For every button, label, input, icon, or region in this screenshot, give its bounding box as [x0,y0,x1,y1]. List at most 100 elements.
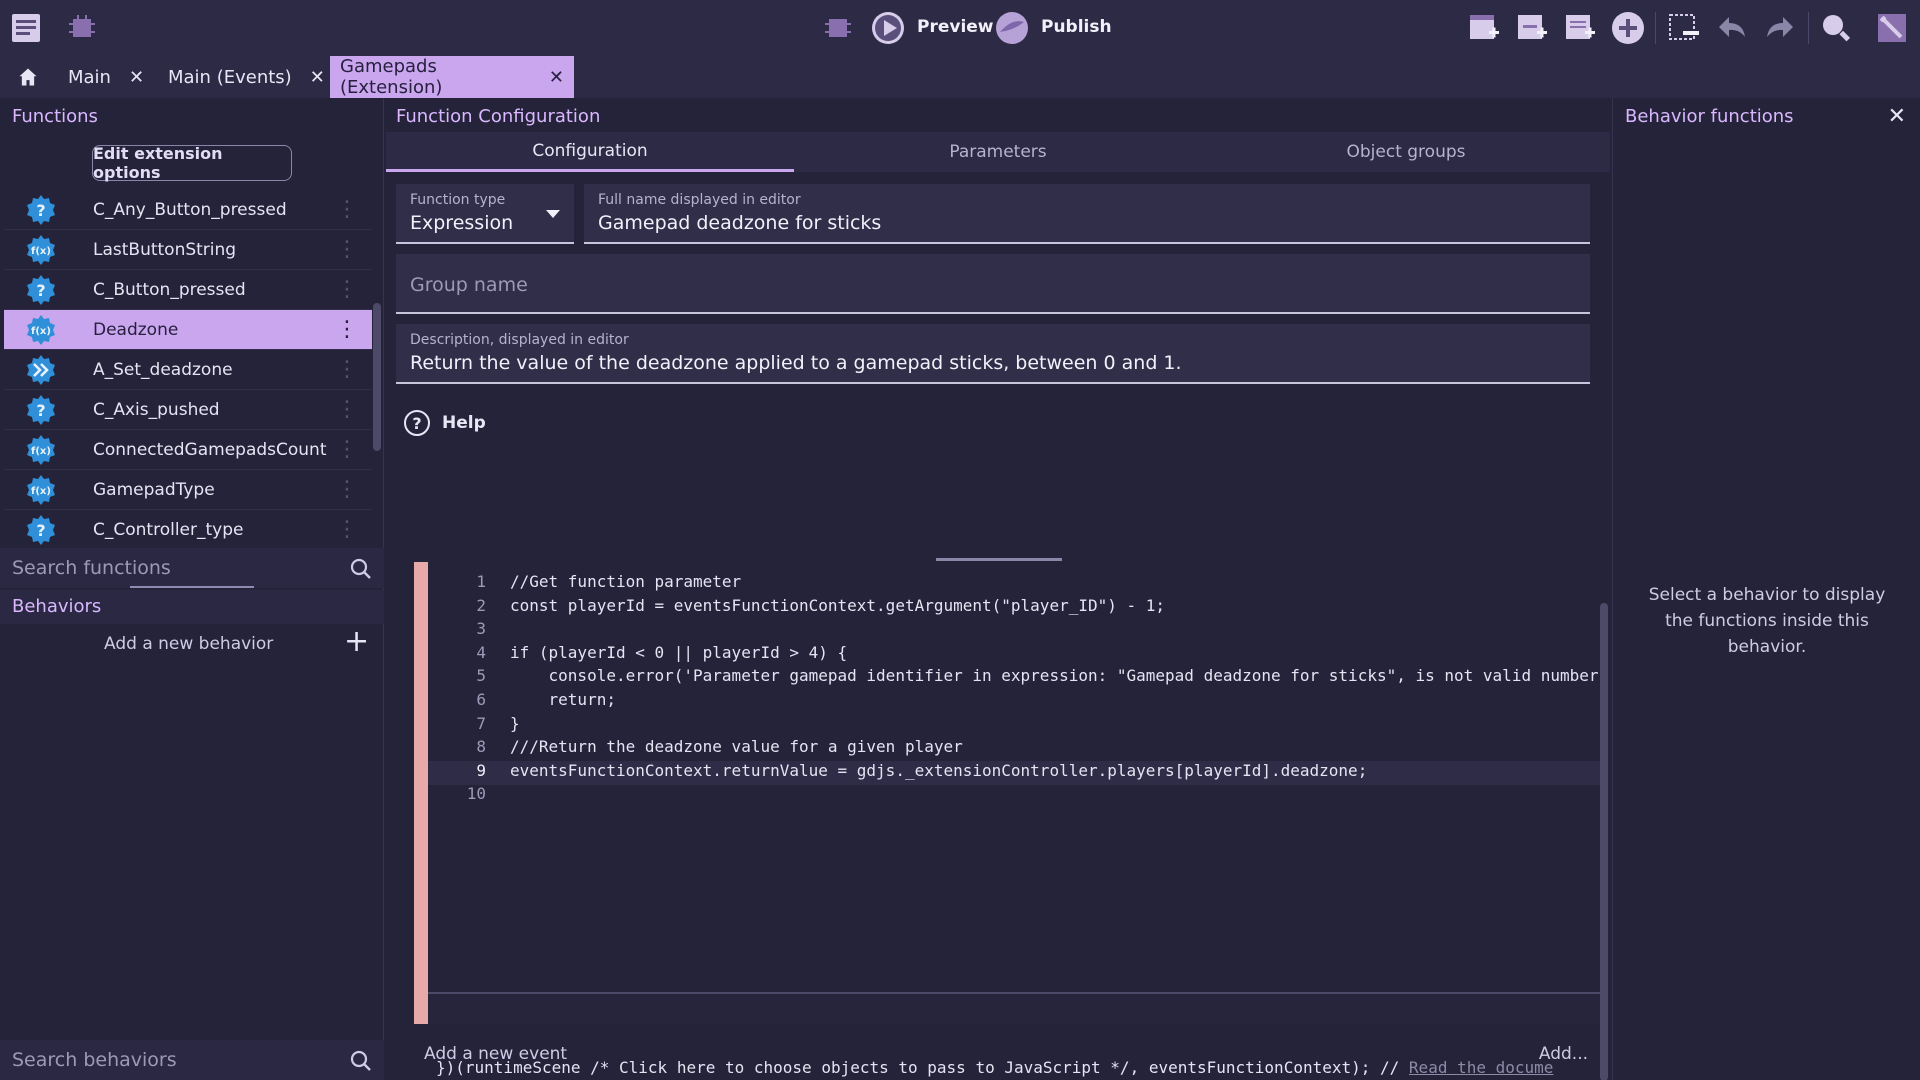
more-options-icon[interactable]: ⋮ [336,278,358,301]
publish-button[interactable]: Publish [1041,17,1112,37]
chevron-down-icon [546,210,560,218]
preview-button[interactable]: Preview [917,17,994,37]
code-line[interactable]: 5 console.error('Parameter gamepad ident… [428,666,1608,690]
configuration-tabs: Configuration Parameters Object groups [386,132,1610,172]
settings-wrench-icon[interactable] [1874,10,1910,46]
code-line[interactable]: 1 //Get function parameter [428,572,1600,596]
function-item[interactable]: ? C_Controller_type ⋮ [4,510,372,550]
code-line[interactable]: 2 const playerId = eventsFunctionContext.… [428,596,1600,620]
read-docs-link[interactable]: Read the docume [1409,1058,1554,1077]
tab-object-groups[interactable]: Object groups [1202,132,1610,172]
function-item[interactable]: f(x) Deadzone ⋮ [4,310,372,350]
more-options-icon[interactable]: ⋮ [336,198,358,221]
code-tail[interactable]: })(runtimeScene /* Click here to choose … [436,1058,1586,1077]
full-name-value: Gamepad deadzone for sticks [598,212,882,234]
code-line[interactable]: 8 ///Return the deadzone value for a give… [428,737,1600,761]
help-button[interactable]: ? Help [404,410,486,436]
more-options-icon[interactable]: ⋮ [336,358,358,381]
full-name-field[interactable]: Full name displayed in editor Gamepad de… [584,184,1590,244]
code-line[interactable]: 10 [428,784,1600,808]
functions-list: ? C_Any_Button_pressed ⋮ f(x) LastButtonStri… [0,190,372,550]
function-item[interactable]: A_Set_deadzone ⋮ [4,350,372,390]
description-field[interactable]: Description, displayed in editor Return … [396,324,1590,384]
search-behaviors-input[interactable] [12,1046,312,1074]
editor-tab-bar: Main ✕ Main (Events) ✕ Gamepads (Extensi… [0,56,1920,98]
group-name-field[interactable]: Group name [396,254,1590,314]
line-text: //Get function parameter [510,572,742,591]
close-icon[interactable]: ✕ [1888,104,1906,129]
project-manager-icon[interactable] [8,10,44,46]
more-options-icon[interactable]: ⋮ [336,398,358,421]
add-subevent-icon[interactable] [1514,10,1550,46]
function-type-label: Function type [410,192,506,208]
function-type-select[interactable]: Function type Expression [396,184,574,244]
debugger-icon[interactable] [64,10,100,46]
action-icon [24,353,58,387]
functions-title: Functions [12,106,98,127]
code-line[interactable]: 4 if (playerId < 0 || playerId > 4) { [428,643,1600,667]
function-item[interactable]: f(x) ConnectedGamepadsCount ⋮ [4,430,372,470]
code-line[interactable]: 9 eventsFunctionContext.returnValue = gdj… [428,760,1600,785]
search-icon[interactable] [350,558,372,580]
close-icon[interactable]: ✕ [129,67,144,88]
search-functions-input[interactable] [12,554,312,582]
undo-icon[interactable] [1714,10,1750,46]
function-item[interactable]: f(x) LastButtonString ⋮ [4,230,372,270]
function-item-label: A_Set_deadzone [93,359,233,380]
function-item-label: C_Axis_pushed [93,399,220,420]
publish-icon[interactable] [994,10,1030,46]
line-number: 4 [476,642,486,662]
code-line[interactable]: 3 [428,619,1600,643]
function-item-label: ConnectedGamepadsCount [93,439,327,460]
search-icon[interactable] [350,1050,372,1072]
home-tab[interactable] [8,56,48,98]
delete-selection-icon[interactable] [1666,10,1702,46]
more-options-icon[interactable]: ⋮ [336,518,358,541]
function-item-label: C_Controller_type [93,519,244,540]
tab-configuration[interactable]: Configuration [386,132,794,172]
debug-icon[interactable] [820,10,856,46]
expression-icon: f(x) [24,313,58,347]
search-functions-row [0,548,384,588]
main-toolbar: Preview Publish [0,0,1920,56]
more-options-icon[interactable]: ⋮ [336,318,358,341]
plus-icon[interactable]: + [344,624,369,659]
function-item[interactable]: ? C_Button_pressed ⋮ [4,270,372,310]
add-comment-icon[interactable] [1562,10,1598,46]
close-icon[interactable]: ✕ [310,67,325,88]
edit-extension-options-button[interactable]: Edit extension options [92,144,292,182]
app-window: Preview Publish Main ✕ Main (Events) ✕ G… [0,0,1920,1080]
javascript-code-editor[interactable]: 1 //Get function parameter 2 const playerId… [414,562,1608,1077]
code-line[interactable]: 6 return; [428,690,1600,714]
tab-gamepads-extension[interactable]: Gamepads (Extension) ✕ [330,56,574,98]
add-circle-icon[interactable] [1610,10,1646,46]
svg-text:f(x): f(x) [31,246,51,257]
tab-parameters[interactable]: Parameters [794,132,1202,172]
events-scrollbar[interactable] [1600,603,1608,1080]
add-new-event-button[interactable]: Add a new event [424,1044,567,1064]
redo-icon[interactable] [1762,10,1798,46]
code-area[interactable]: 1 //Get function parameter 2 const playerId… [428,562,1608,992]
close-icon[interactable]: ✕ [549,67,564,88]
add-scene-icon[interactable] [1466,10,1502,46]
add-more-button[interactable]: Add... [1539,1044,1588,1064]
svg-text:f(x): f(x) [31,446,51,457]
panel-resize-handle[interactable] [936,558,1062,561]
add-behavior-button[interactable]: Add a new behavior [104,634,273,654]
more-options-icon[interactable]: ⋮ [336,238,358,261]
tab-main-events[interactable]: Main (Events) ✕ [158,56,335,98]
line-text: } [510,713,520,733]
functions-scrollbar[interactable] [373,303,381,451]
line-text: const playerId = eventsFunctionContext.g… [510,595,1166,615]
preview-play-icon[interactable] [870,10,906,46]
tab-main[interactable]: Main ✕ [58,56,154,98]
search-icon[interactable] [1818,10,1854,46]
code-line[interactable]: 7} [428,714,1600,738]
function-item[interactable]: f(x) GamepadType ⋮ [4,470,372,510]
function-item[interactable]: ? C_Any_Button_pressed ⋮ [4,190,372,230]
event-selection-bar [414,562,428,1024]
more-options-icon[interactable]: ⋮ [336,438,358,461]
condition-icon: ? [24,513,58,547]
more-options-icon[interactable]: ⋮ [336,478,358,501]
function-item[interactable]: ? C_Axis_pushed ⋮ [4,390,372,430]
